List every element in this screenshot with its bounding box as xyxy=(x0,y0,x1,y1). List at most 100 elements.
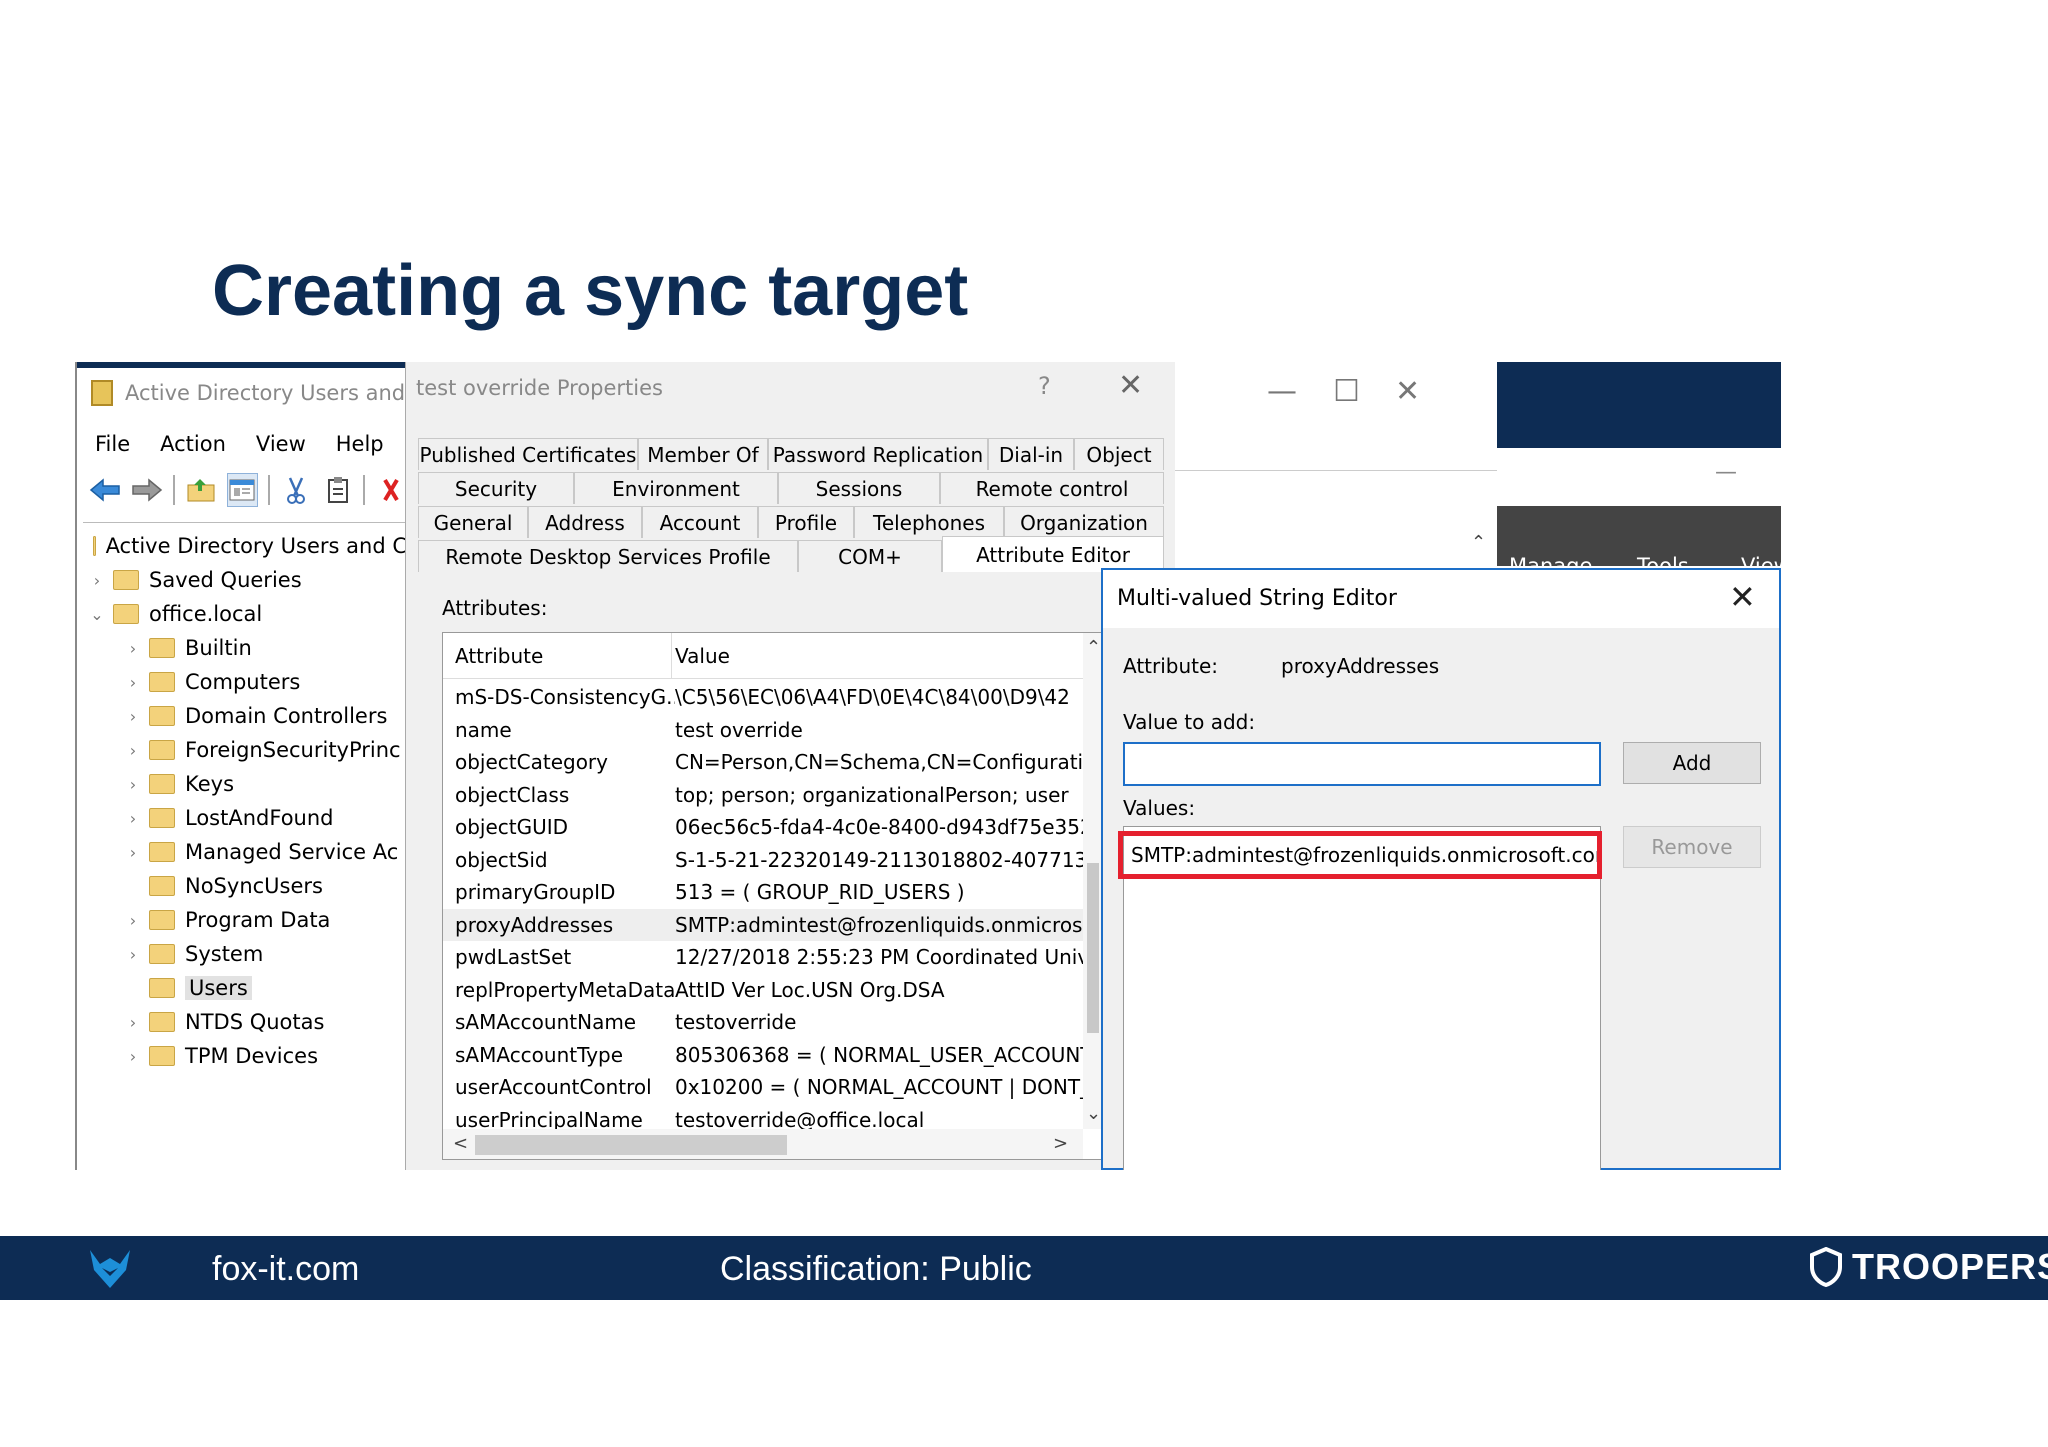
scroll-left-icon[interactable]: < xyxy=(453,1133,468,1154)
table-row[interactable]: replPropertyMetaData AttID Ver Loc.USN Or… xyxy=(443,974,1083,1006)
tree-item[interactable]: › ForeignSecurityPrinc xyxy=(83,733,407,767)
table-row[interactable]: sAMAccountName testoverride xyxy=(443,1006,1083,1038)
tree-item[interactable]: › Keys xyxy=(83,767,407,801)
table-row[interactable]: proxyAddresses SMTP:admintest@frozenliqui… xyxy=(443,908,1083,941)
column-value[interactable]: Value xyxy=(675,644,730,668)
tree-item[interactable]: › TPM Devices xyxy=(83,1039,407,1073)
table-row[interactable]: objectClass top; person; organizationalPe… xyxy=(443,779,1083,811)
back-arrow-icon[interactable] xyxy=(89,473,121,507)
table-row[interactable]: sAMAccountType 805306368 = ( NORMAL_USER_… xyxy=(443,1039,1083,1071)
tab-security[interactable]: Security xyxy=(418,472,574,504)
tab-password-replication[interactable]: Password Replication xyxy=(768,438,988,470)
tab-environment[interactable]: Environment xyxy=(574,472,778,504)
tab-telephones[interactable]: Telephones xyxy=(854,506,1004,538)
menu-file[interactable]: File xyxy=(95,432,130,456)
up-folder-icon[interactable] xyxy=(185,473,217,507)
vertical-scrollbar[interactable]: ⌃ ⌄ xyxy=(1083,633,1103,1129)
table-row[interactable]: name test override xyxy=(443,714,1083,746)
close-icon[interactable]: ✕ xyxy=(1395,374,1420,409)
forward-arrow-icon[interactable] xyxy=(131,473,163,507)
tree-item[interactable]: › Builtin xyxy=(83,631,407,665)
tab-remote-control[interactable]: Remote control xyxy=(940,472,1164,504)
horizontal-scrollbar[interactable]: < > xyxy=(443,1129,1083,1159)
tree-item[interactable]: › Computers xyxy=(83,665,407,699)
chevron-right-icon[interactable]: › xyxy=(123,945,143,964)
tree-item[interactable]: › Domain Controllers xyxy=(83,699,407,733)
chevron-right-icon[interactable]: › xyxy=(123,911,143,930)
tree-item[interactable]: › Saved Queries xyxy=(83,563,407,597)
list-item-value[interactable]: SMTP:admintest@frozenliquids.onmicrosoft… xyxy=(1118,831,1602,879)
paste-icon[interactable] xyxy=(322,473,354,507)
remove-button[interactable]: Remove xyxy=(1623,826,1761,868)
tab-profile[interactable]: Profile xyxy=(758,506,854,538)
table-row[interactable]: objectGUID 06ec56c5-fda4-4c0e-8400-d943df… xyxy=(443,811,1083,843)
menu-view[interactable]: View xyxy=(256,432,306,456)
tab-account[interactable]: Account xyxy=(642,506,758,538)
chevron-right-icon[interactable]: › xyxy=(123,741,143,760)
column-separator[interactable] xyxy=(671,633,672,679)
tab-member-of[interactable]: Member Of xyxy=(638,438,768,470)
table-row[interactable]: userAccountControl 0x10200 = ( NORMAL_ACC… xyxy=(443,1071,1083,1103)
horizontal-scroll-thumb[interactable] xyxy=(475,1135,787,1155)
maximize-icon[interactable]: ☐ xyxy=(1333,374,1360,409)
table-row[interactable]: objectSid S-1-5-21-22320149-2113018802-40… xyxy=(443,844,1083,876)
properties-icon[interactable] xyxy=(226,473,259,507)
tab-organization[interactable]: Organization xyxy=(1004,506,1164,538)
menu-action[interactable]: Action xyxy=(160,432,226,456)
tab-address[interactable]: Address xyxy=(528,506,642,538)
table-row[interactable]: primaryGroupID 513 = ( GROUP_RID_USERS ) xyxy=(443,876,1083,908)
menu-help[interactable]: Help xyxy=(336,432,384,456)
tab-com-plus[interactable]: COM+ xyxy=(798,540,942,572)
cut-icon[interactable] xyxy=(280,473,312,507)
fox-logo-icon xyxy=(90,1250,130,1288)
tree-item[interactable]: NoSyncUsers xyxy=(83,869,407,903)
close-icon[interactable]: ✕ xyxy=(1118,368,1143,403)
chevron-right-icon[interactable]: › xyxy=(123,775,143,794)
table-row[interactable]: mS-DS-ConsistencyG... \C5\56\EC\06\A4\FD\… xyxy=(443,681,1083,713)
tab-sessions[interactable]: Sessions xyxy=(778,472,940,504)
properties-title: test override Properties xyxy=(416,376,663,400)
tab-dial-in[interactable]: Dial-in xyxy=(988,438,1074,470)
delete-icon[interactable] xyxy=(375,473,407,507)
scroll-up-icon[interactable]: ⌃ xyxy=(1471,532,1486,553)
scroll-down-icon[interactable]: ⌄ xyxy=(1086,1103,1101,1124)
column-attribute[interactable]: Attribute xyxy=(443,644,675,668)
tree-item[interactable]: Users xyxy=(83,971,407,1005)
vertical-scroll-thumb[interactable] xyxy=(1087,863,1099,1033)
chevron-right-icon[interactable]: › xyxy=(123,1047,143,1066)
chevron-right-icon[interactable]: › xyxy=(123,639,143,658)
tree-item[interactable]: › Program Data xyxy=(83,903,407,937)
minimize-icon[interactable]: — xyxy=(1715,460,1737,485)
tab-attribute-editor[interactable]: Attribute Editor xyxy=(942,536,1164,572)
attribute-name: objectClass xyxy=(455,782,570,807)
tree-item[interactable]: › Managed Service Ac xyxy=(83,835,407,869)
table-row[interactable]: objectCategory CN=Person,CN=Schema,CN=Con… xyxy=(443,746,1083,778)
minimize-icon[interactable]: — xyxy=(1267,374,1297,409)
tree-item-label: office.local xyxy=(149,602,263,626)
aduc-window: Active Directory Users and File Action V… xyxy=(75,362,407,1170)
table-row[interactable]: pwdLastSet 12/27/2018 2:55:23 PM Coordina… xyxy=(443,941,1083,973)
scroll-right-icon[interactable]: > xyxy=(1053,1133,1068,1154)
tab-remote-desktop-services-profile[interactable]: Remote Desktop Services Profile xyxy=(418,540,798,572)
attribute-name: userPrincipalName xyxy=(455,1107,643,1132)
tree-item[interactable]: › LostAndFound xyxy=(83,801,407,835)
chevron-down-icon[interactable]: ⌄ xyxy=(87,605,107,624)
chevron-right-icon[interactable]: › xyxy=(87,571,107,590)
chevron-right-icon[interactable]: › xyxy=(123,707,143,726)
value-to-add-input[interactable] xyxy=(1123,742,1601,786)
tree-item[interactable]: › NTDS Quotas xyxy=(83,1005,407,1039)
add-button[interactable]: Add xyxy=(1623,742,1761,784)
help-icon[interactable]: ? xyxy=(1038,372,1051,400)
close-icon[interactable]: ✕ xyxy=(1729,578,1756,616)
tab-object[interactable]: Object xyxy=(1074,438,1164,470)
tree-item[interactable]: Active Directory Users and C xyxy=(83,529,407,563)
chevron-right-icon[interactable]: › xyxy=(123,809,143,828)
tree-item[interactable]: ⌄ office.local xyxy=(83,597,407,631)
tree-item[interactable]: › System xyxy=(83,937,407,971)
tab-published-certificates[interactable]: Published Certificates xyxy=(418,438,638,470)
chevron-right-icon[interactable]: › xyxy=(123,673,143,692)
chevron-right-icon[interactable]: › xyxy=(123,843,143,862)
scroll-up-icon[interactable]: ⌃ xyxy=(1086,637,1101,658)
chevron-right-icon[interactable]: › xyxy=(123,1013,143,1032)
tab-general[interactable]: General xyxy=(418,506,528,538)
